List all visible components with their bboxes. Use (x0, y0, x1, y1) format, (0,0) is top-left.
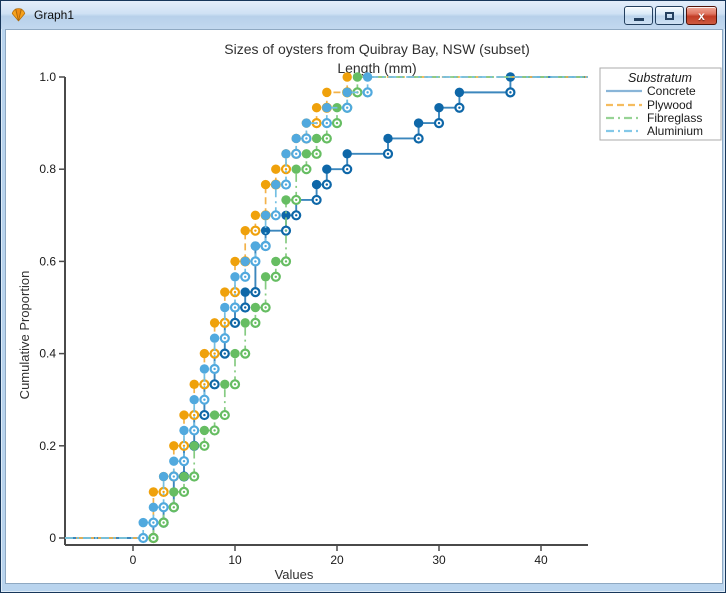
minimize-icon (633, 17, 644, 21)
restore-icon (665, 11, 674, 20)
legend: SubstratumConcretePlywoodFibreglassAlumi… (599, 67, 722, 141)
svg-text:0: 0 (130, 553, 137, 567)
title-bar[interactable]: Graph1 x (1, 1, 725, 29)
svg-text:10: 10 (228, 553, 242, 567)
svg-text:Cumulative Proportion: Cumulative Proportion (17, 271, 32, 400)
series-fibreglass (65, 72, 588, 544)
window-title: Graph1 (34, 8, 75, 22)
legend-label-fibreglass: Fibreglass (647, 111, 702, 125)
svg-text:0.4: 0.4 (39, 347, 56, 361)
svg-text:1.0: 1.0 (39, 70, 56, 84)
svg-text:30: 30 (432, 553, 446, 567)
app-icon (11, 8, 26, 22)
svg-text:0.2: 0.2 (39, 439, 56, 453)
svg-text:0: 0 (49, 531, 56, 545)
svg-text:0.6: 0.6 (39, 254, 56, 268)
graph-canvas: Sizes of oysters from Quibray Bay, NSW (… (5, 29, 723, 584)
minimize-button[interactable] (624, 6, 653, 25)
legend-label-concrete: Concrete (647, 84, 696, 98)
restore-button[interactable] (655, 6, 684, 25)
close-button[interactable]: x (686, 6, 717, 25)
close-icon: x (698, 8, 705, 23)
ecdf-chart: Sizes of oysters from Quibray Bay, NSW (… (17, 41, 722, 582)
svg-text:20: 20 (330, 553, 344, 567)
svg-text:Sizes of oysters from Quibray: Sizes of oysters from Quibray Bay, NSW (… (224, 41, 530, 57)
legend-title: Substratum (628, 71, 692, 85)
chart-titles: Sizes of oysters from Quibray Bay, NSW (… (224, 41, 530, 76)
legend-label-aluminium: Aluminium (647, 124, 703, 138)
svg-text:40: 40 (534, 553, 548, 567)
svg-text:Values: Values (275, 567, 314, 582)
axes: 0 10 20 30 40 0 0.2 0.4 0.6 0.8 1.0 Values Cumulativ… (17, 70, 588, 582)
graph-window: Graph1 x Sizes of oysters from Quibray B… (0, 0, 726, 593)
legend-label-plywood: Plywood (647, 98, 692, 112)
svg-text:0.8: 0.8 (39, 162, 56, 176)
